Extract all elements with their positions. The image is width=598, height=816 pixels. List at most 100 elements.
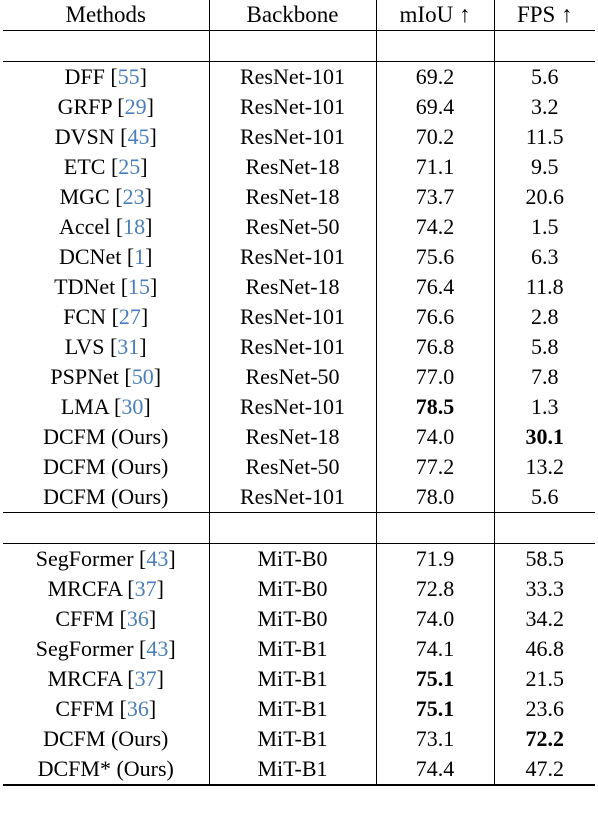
- cell-fps: 30.1: [494, 422, 595, 452]
- cell-fps: 5.6: [531, 484, 559, 509]
- citation-number[interactable]: 36: [127, 606, 149, 631]
- cell-miou: 72.8: [376, 574, 495, 604]
- section-double-rule-cell: [376, 512, 495, 544]
- results-table: Methods Backbone mIoU ↑ FPS ↑ DFF [55] ResNe…: [3, 0, 595, 786]
- header-double-rule-cell: [3, 30, 210, 62]
- column-header-fps: FPS ↑: [516, 2, 573, 27]
- table-row: ETC [25] ResNet-18 71.1 9.5: [3, 152, 595, 182]
- table-row: CFFM [36] MiT-B1 75.1 23.6: [3, 694, 595, 724]
- table-row: DCFM (Ours) MiT-B1 73.1 72.2: [3, 724, 595, 754]
- citation-bracket-close: ]: [144, 184, 152, 209]
- cell-backbone: MiT-B1: [209, 754, 377, 786]
- table-row: LVS [31] ResNet-101 76.8 5.8: [3, 332, 595, 362]
- cell-miou: 71.1: [376, 152, 495, 182]
- table-row: DCFM* (Ours) MiT-B1 74.4 47.2: [3, 754, 595, 786]
- citation-number[interactable]: 25: [118, 154, 140, 179]
- citation-bracket-open: [: [127, 576, 135, 601]
- cell-method: DCNet [1]: [3, 242, 210, 272]
- citation-number[interactable]: 43: [146, 636, 168, 661]
- citation-bracket-close: ]: [156, 666, 164, 691]
- miou-value-highlight: 75.1: [415, 666, 455, 691]
- section-double-rule-cell: [494, 512, 595, 544]
- cell-miou: 75.1: [376, 664, 495, 694]
- cell-fps: 33.3: [525, 576, 565, 601]
- cell-backbone: ResNet-50: [209, 452, 377, 482]
- cell-backbone: ResNet-101: [209, 122, 377, 152]
- citation-bracket-close: ]: [148, 606, 157, 631]
- cell-backbone: ResNet-50: [209, 362, 377, 392]
- table-row: DCFM (Ours) ResNet-18 74.0 30.1: [3, 422, 595, 452]
- cell-fps: 5.8: [531, 334, 559, 359]
- table-row: TDNet [15] ResNet-18 76.4 11.8: [3, 272, 595, 302]
- citation-number[interactable]: 45: [127, 124, 149, 149]
- cell-miou: 76.4: [376, 272, 495, 302]
- table-row: PSPNet [50] ResNet-50 77.0 7.8: [3, 362, 595, 392]
- fps-value-highlight: 72.2: [525, 726, 565, 751]
- citation-bracket-close: ]: [145, 214, 153, 239]
- citation-number[interactable]: 1: [134, 244, 145, 269]
- cell-fps: 47.2: [494, 754, 595, 786]
- cell-method: CFFM [36]: [3, 694, 210, 724]
- cell-miou: 78.0: [376, 482, 495, 513]
- citation-bracket-close: ]: [145, 244, 153, 269]
- table-row: MRCFA [37] MiT-B0 72.8 33.3: [3, 574, 595, 604]
- cell-backbone: ResNet-101: [209, 242, 377, 272]
- citation-bracket-close: ]: [140, 304, 149, 329]
- cell-miou: 74.2: [376, 212, 495, 242]
- cell-miou: 74.4: [376, 754, 495, 786]
- table-row: MRCFA [37] MiT-B1 75.1 21.5: [3, 664, 595, 694]
- citation-number[interactable]: 29: [125, 94, 147, 119]
- column-header-method: Methods: [3, 0, 210, 31]
- cell-method: MRCFA [37]: [3, 664, 210, 694]
- cell-fps: 2.8: [531, 304, 559, 329]
- cell-method: MGC [23]: [3, 182, 210, 212]
- section-double-rule-cell: [3, 512, 210, 544]
- cell-fps: 6.3: [531, 244, 559, 269]
- citation-bracket-close: ]: [143, 394, 151, 419]
- cell-backbone: MiT-B0: [209, 543, 377, 574]
- cell-fps: 7.8: [531, 364, 559, 389]
- miou-value-highlight: 75.1: [415, 696, 455, 721]
- cell-backbone: ResNet-18: [209, 272, 377, 302]
- header-double-rule: [3, 30, 595, 62]
- cell-miou: 73.7: [376, 182, 495, 212]
- citation-number[interactable]: 18: [123, 214, 145, 239]
- cell-method: CFFM [36]: [3, 604, 210, 634]
- citation-number[interactable]: 23: [123, 184, 145, 209]
- table-row: DVSN [45] ResNet-101 70.2 11.5: [3, 122, 595, 152]
- citation-bracket-close: ]: [139, 334, 147, 359]
- cell-method: LMA [30]: [3, 392, 210, 422]
- citation-number[interactable]: 31: [117, 334, 139, 359]
- table-row: LMA [30] ResNet-101 78.5 1.3: [3, 392, 595, 422]
- cell-method: SegFormer [43]: [3, 634, 210, 664]
- cell-miou: 73.1: [376, 724, 495, 754]
- cell-method: GRFP [29]: [3, 92, 210, 122]
- section-double-rule-cell: [209, 512, 377, 544]
- citation-bracket-open: [: [119, 606, 127, 631]
- citation-number[interactable]: 37: [135, 576, 157, 601]
- cell-method: DCFM (Ours): [3, 724, 210, 754]
- header-double-rule-cell: [494, 30, 595, 62]
- citation-number[interactable]: 50: [132, 364, 154, 389]
- cell-backbone: MiT-B1: [209, 694, 377, 724]
- cell-method: DCFM (Ours): [3, 422, 210, 452]
- cell-fps: 23.6: [525, 696, 565, 721]
- cell-backbone: MiT-B0: [209, 574, 377, 604]
- citation-number[interactable]: 37: [135, 666, 157, 691]
- column-header-miou: mIoU ↑: [376, 0, 495, 31]
- results-table-container: Methods Backbone mIoU ↑ FPS ↑ DFF [55] ResNe…: [0, 0, 598, 816]
- citation-number[interactable]: 27: [119, 304, 141, 329]
- cell-method: SegFormer [43]: [3, 543, 210, 574]
- section-double-rule: [3, 512, 595, 544]
- cell-fps: 13.2: [525, 454, 565, 479]
- table-row: GRFP [29] ResNet-101 69.4 3.2: [3, 92, 595, 122]
- citation-number[interactable]: 55: [118, 64, 140, 89]
- column-header-backbone: Backbone: [209, 0, 377, 31]
- citation-number[interactable]: 15: [128, 274, 150, 299]
- citation-number[interactable]: 36: [127, 696, 149, 721]
- citation-number[interactable]: 43: [146, 546, 168, 571]
- table-row: FCN [27] ResNet-101 76.6 2.8: [3, 302, 595, 332]
- citation-number[interactable]: 30: [121, 394, 143, 419]
- cell-fps: 34.2: [525, 606, 565, 631]
- cell-fps: 72.2: [494, 724, 595, 754]
